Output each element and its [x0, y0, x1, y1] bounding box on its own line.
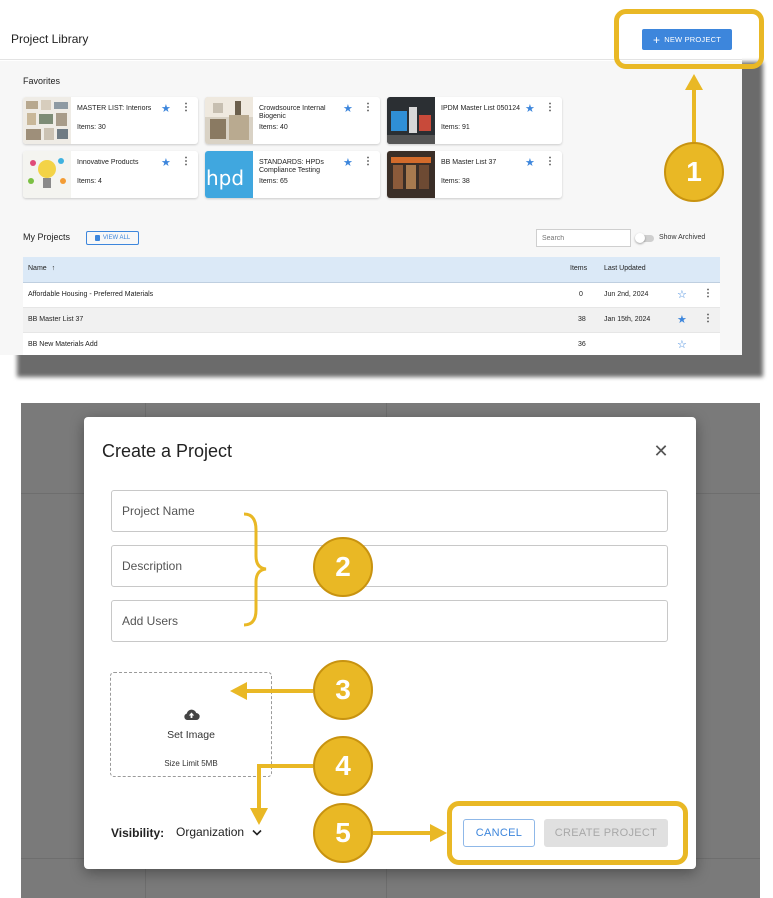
kebab-menu-icon[interactable]: ⋮ — [181, 102, 191, 113]
project-thumbnail — [23, 97, 71, 144]
star-icon[interactable]: ★ — [343, 156, 353, 169]
step-badge-3: 3 — [313, 660, 373, 720]
favorite-card[interactable]: hpd STANDARDS: HPDs Compliance Testing I… — [205, 151, 380, 198]
favorite-card[interactable]: Innovative Products Items: 4 ★ ⋮ — [23, 151, 198, 198]
star-icon[interactable]: ★ — [343, 102, 353, 115]
visibility-select[interactable]: Organization — [176, 825, 262, 839]
close-icon[interactable]: ✕ — [652, 442, 670, 460]
step-badge-4: 4 — [313, 736, 373, 796]
row-items: 38 — [578, 316, 586, 323]
cloud-upload-icon — [184, 709, 200, 721]
highlight-action-buttons — [447, 801, 688, 865]
favorite-name: MASTER LIST: Interiors — [77, 105, 152, 112]
page-title: Project Library — [11, 32, 89, 46]
highlight-new-project — [614, 9, 764, 69]
kebab-menu-icon[interactable]: ⋮ — [545, 156, 555, 167]
svg-text:hpd: hpd — [206, 166, 244, 190]
table-row[interactable]: BB New Materials Add 36 ☆ — [23, 333, 720, 355]
favorites-heading: Favorites — [23, 76, 61, 86]
column-header-name[interactable]: Name ↑ — [28, 265, 55, 272]
view-all-label: VIEW ALL — [102, 235, 131, 241]
star-icon[interactable]: ★ — [677, 313, 687, 326]
my-projects-heading: My Projects — [23, 232, 71, 242]
toggle-knob — [635, 233, 645, 243]
row-name: Affordable Housing - Preferred Materials — [28, 291, 154, 298]
column-header-last-updated[interactable]: Last Updated — [604, 265, 646, 272]
favorite-item-count: Items: 4 — [77, 178, 102, 185]
visibility-value: Organization — [176, 825, 245, 839]
dialog-title: Create a Project — [102, 441, 233, 461]
row-name: BB New Materials Add — [28, 341, 98, 348]
project-thumbnail — [387, 151, 435, 198]
column-header-items[interactable]: Items — [570, 265, 587, 272]
size-limit-label: Size Limit 5MB — [164, 759, 218, 768]
project-thumbnail — [23, 151, 71, 198]
row-last-updated: Jun 2nd, 2024 — [604, 291, 649, 298]
set-image-label: Set Image — [167, 729, 215, 741]
favorite-item-count: Items: 40 — [259, 124, 288, 131]
favorite-name: Innovative Products — [77, 159, 139, 166]
star-icon[interactable]: ★ — [161, 102, 171, 115]
row-last-updated: Jan 15th, 2024 — [604, 316, 651, 323]
favorite-name: IPDM Master List 050124 — [441, 105, 520, 112]
table-row[interactable]: Affordable Housing - Preferred Materials… — [23, 283, 720, 308]
show-archived-toggle[interactable] — [635, 233, 654, 243]
sort-arrow-up-icon: ↑ — [51, 265, 56, 272]
table-row[interactable]: BB Master List 37 38 Jan 15th, 2024 ★ ⋮ — [23, 308, 720, 333]
step-badge-2: 2 — [313, 537, 373, 597]
hpd-logo-thumbnail: hpd — [205, 151, 253, 198]
kebab-menu-icon[interactable]: ⋮ — [703, 288, 713, 299]
favorite-card[interactable]: IPDM Master List 050124 Items: 91 ★ ⋮ — [387, 97, 562, 144]
project-thumbnail — [205, 97, 253, 144]
favorite-item-count: Items: 65 — [259, 178, 288, 185]
project-thumbnail — [387, 97, 435, 144]
chevron-down-icon — [252, 829, 262, 836]
step-badge-1: 1 — [664, 142, 724, 202]
favorite-card[interactable]: BB Master List 37 Items: 38 ★ ⋮ — [387, 151, 562, 198]
kebab-menu-icon[interactable]: ⋮ — [545, 102, 555, 113]
star-icon[interactable]: ★ — [161, 156, 171, 169]
star-icon[interactable]: ★ — [525, 156, 535, 169]
favorite-item-count: Items: 91 — [441, 124, 470, 131]
kebab-menu-icon[interactable]: ⋮ — [363, 156, 373, 167]
kebab-menu-icon[interactable]: ⋮ — [703, 313, 713, 324]
favorite-item-count: Items: 30 — [77, 124, 106, 131]
row-name: BB Master List 37 — [28, 316, 84, 323]
favorite-item-count: Items: 38 — [441, 178, 470, 185]
step-badge-5: 5 — [313, 803, 373, 863]
visibility-label: Visibility: — [111, 826, 165, 840]
favorite-card[interactable]: Crowdsource Internal Biogenic Items: 40 … — [205, 97, 380, 144]
description-input[interactable] — [111, 545, 668, 587]
view-all-button[interactable]: VIEW ALL — [86, 231, 139, 245]
star-icon[interactable]: ★ — [525, 102, 535, 115]
column-name-label: Name — [28, 265, 47, 272]
kebab-menu-icon[interactable]: ⋮ — [363, 102, 373, 113]
favorite-name: BB Master List 37 — [441, 159, 497, 166]
row-items: 0 — [579, 291, 583, 298]
star-outline-icon[interactable]: ☆ — [677, 288, 687, 301]
kebab-menu-icon[interactable]: ⋮ — [181, 156, 191, 167]
row-items: 36 — [578, 341, 586, 348]
add-users-input[interactable] — [111, 600, 668, 642]
project-name-input[interactable] — [111, 490, 668, 532]
favorite-name: Crowdsource Internal Biogenic — [259, 105, 326, 120]
search-input[interactable] — [536, 229, 631, 247]
favorite-card[interactable]: MASTER LIST: Interiors Items: 30 ★ ⋮ — [23, 97, 198, 144]
favorite-name: STANDARDS: HPDs Compliance Testing — [259, 159, 324, 174]
star-outline-icon[interactable]: ☆ — [677, 338, 687, 351]
view-all-icon — [94, 235, 100, 241]
show-archived-label: Show Archived — [659, 234, 706, 241]
